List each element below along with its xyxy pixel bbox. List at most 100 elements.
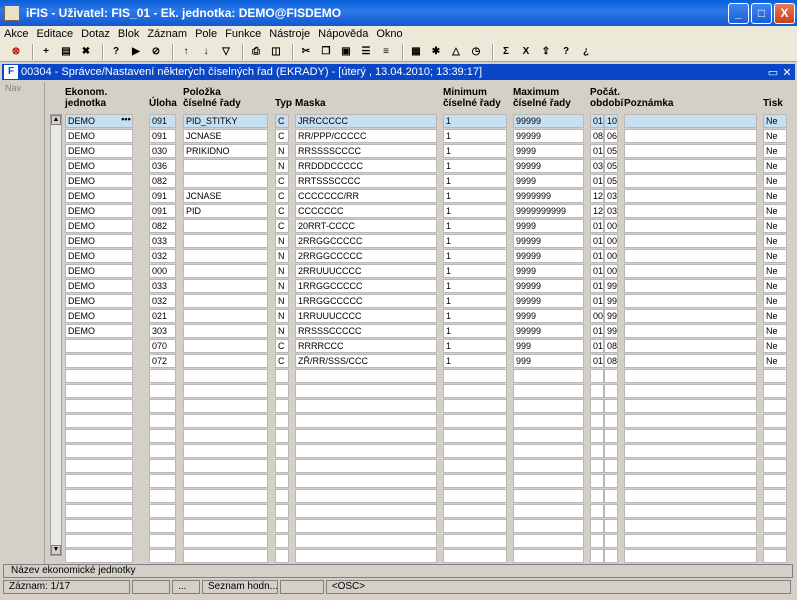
- cell-tisk[interactable]: Ne: [763, 144, 787, 158]
- sum-icon[interactable]: Σ: [498, 44, 514, 60]
- cell-uloha[interactable]: [149, 549, 176, 563]
- cell-polozka[interactable]: [183, 429, 268, 443]
- cell-poznamka[interactable]: [624, 234, 757, 248]
- table-row[interactable]: [46, 429, 795, 443]
- cell-tisk[interactable]: [763, 474, 787, 488]
- cell-maximum[interactable]: 99999: [513, 129, 584, 143]
- cell-polozka[interactable]: [183, 339, 268, 353]
- cell-ekonom[interactable]: DEMO: [65, 279, 133, 293]
- cell-tisk[interactable]: Ne: [763, 189, 787, 203]
- menu-7[interactable]: Nástroje: [269, 28, 310, 40]
- table-row[interactable]: [46, 384, 795, 398]
- cell-poznamka[interactable]: [624, 189, 757, 203]
- table-row[interactable]: DEMO 091 JCNASE C RR/PPP/CCCCC 1 99999 08 06 Ne: [46, 129, 795, 143]
- cell-pocet[interactable]: 01: [590, 144, 604, 158]
- cell-minimum[interactable]: [443, 414, 507, 428]
- print-icon[interactable]: ⎙: [248, 44, 264, 60]
- cell-typ[interactable]: N: [275, 159, 289, 173]
- cell-pocet2[interactable]: 99: [604, 294, 618, 308]
- cell-typ[interactable]: N: [275, 309, 289, 323]
- cell-pocet[interactable]: 01: [590, 114, 604, 128]
- close-button[interactable]: X: [774, 2, 795, 24]
- cell-pocet[interactable]: 01: [590, 279, 604, 293]
- cell-pocet2[interactable]: [604, 519, 618, 533]
- cell-maska[interactable]: CCCCCCC: [295, 204, 437, 218]
- cell-minimum[interactable]: [443, 459, 507, 473]
- cell-minimum[interactable]: 1: [443, 159, 507, 173]
- cell-ekonom[interactable]: [65, 504, 133, 518]
- cell-pocet[interactable]: [590, 519, 604, 533]
- cell-typ[interactable]: N: [275, 324, 289, 338]
- cell-tisk[interactable]: [763, 414, 787, 428]
- cell-ekonom[interactable]: DEMO: [65, 189, 133, 203]
- cell-uloha[interactable]: [149, 459, 176, 473]
- cell-ekonom[interactable]: DEMO: [65, 129, 133, 143]
- cell-polozka[interactable]: [183, 279, 268, 293]
- cell-maximum[interactable]: 99999: [513, 294, 584, 308]
- cell-maska[interactable]: 20RRT-CCCC: [295, 219, 437, 233]
- cell-tisk[interactable]: Ne: [763, 159, 787, 173]
- cell-poznamka[interactable]: [624, 519, 757, 533]
- cell-ekonom[interactable]: DEMO: [65, 159, 133, 173]
- clock-icon[interactable]: ◷: [468, 44, 484, 60]
- cell-maximum[interactable]: 99999: [513, 324, 584, 338]
- menu-3[interactable]: Blok: [118, 28, 139, 40]
- cell-poznamka[interactable]: [624, 384, 757, 398]
- cell-pocet2[interactable]: 00: [604, 264, 618, 278]
- cell-maska[interactable]: 2RRUUUCCCC: [295, 264, 437, 278]
- maximize-button[interactable]: □: [751, 2, 772, 24]
- cell-polozka[interactable]: [183, 264, 268, 278]
- cell-pocet[interactable]: 08: [590, 129, 604, 143]
- filter-icon[interactable]: ▽: [218, 44, 234, 60]
- cell-maska[interactable]: 2RRGGCCCCC: [295, 234, 437, 248]
- cell-poznamka[interactable]: [624, 159, 757, 173]
- query-cancel-icon[interactable]: ⊘: [148, 44, 164, 60]
- cell-maska[interactable]: [295, 384, 437, 398]
- cell-maximum[interactable]: [513, 504, 584, 518]
- cell-poznamka[interactable]: [624, 474, 757, 488]
- cell-ekonom[interactable]: DEMO: [65, 234, 133, 248]
- cell-poznamka[interactable]: [624, 249, 757, 263]
- table-row[interactable]: DEMO 000 N 2RRUUUCCCC 1 9999 01 00 Ne: [46, 264, 795, 278]
- cell-pocet2[interactable]: 03: [604, 189, 618, 203]
- cell-maximum[interactable]: 9999: [513, 174, 584, 188]
- cell-pocet[interactable]: 01: [590, 234, 604, 248]
- cell-maximum[interactable]: 9999999999: [513, 204, 584, 218]
- cell-tisk[interactable]: Ne: [763, 279, 787, 293]
- cell-polozka[interactable]: [183, 324, 268, 338]
- cell-minimum[interactable]: [443, 429, 507, 443]
- cell-typ[interactable]: C: [275, 114, 289, 128]
- cell-poznamka[interactable]: [624, 144, 757, 158]
- cell-ekonom[interactable]: [65, 474, 133, 488]
- cell-pocet[interactable]: 01: [590, 219, 604, 233]
- menu-0[interactable]: Akce: [4, 28, 28, 40]
- cell-poznamka[interactable]: [624, 534, 757, 548]
- cell-typ[interactable]: C: [275, 204, 289, 218]
- cell-pocet2[interactable]: 08: [604, 354, 618, 368]
- table-row[interactable]: [46, 459, 795, 473]
- cell-maximum[interactable]: [513, 459, 584, 473]
- cell-typ[interactable]: [275, 414, 289, 428]
- help-icon[interactable]: ?: [558, 44, 574, 60]
- cell-pocet2[interactable]: 00: [604, 234, 618, 248]
- cell-tisk[interactable]: [763, 504, 787, 518]
- table-row[interactable]: [46, 474, 795, 488]
- menu-6[interactable]: Funkce: [225, 28, 261, 40]
- cell-typ[interactable]: [275, 489, 289, 503]
- new-record-icon[interactable]: +: [38, 44, 54, 60]
- cell-maska[interactable]: [295, 489, 437, 503]
- cell-pocet2[interactable]: [604, 504, 618, 518]
- cell-pocet[interactable]: [590, 459, 604, 473]
- cell-poznamka[interactable]: [624, 114, 757, 128]
- save-icon[interactable]: ▤: [58, 44, 74, 60]
- table-row[interactable]: [46, 489, 795, 503]
- cell-polozka[interactable]: JCNASE: [183, 189, 268, 203]
- cell-minimum[interactable]: 1: [443, 189, 507, 203]
- cell-minimum[interactable]: 1: [443, 174, 507, 188]
- table-row[interactable]: [46, 519, 795, 533]
- table-row[interactable]: [46, 444, 795, 458]
- print-preview-icon[interactable]: ◫: [268, 44, 284, 60]
- cell-poznamka[interactable]: [624, 204, 757, 218]
- cell-pocet2[interactable]: [604, 489, 618, 503]
- cell-maska[interactable]: 1RRUUUCCCC: [295, 309, 437, 323]
